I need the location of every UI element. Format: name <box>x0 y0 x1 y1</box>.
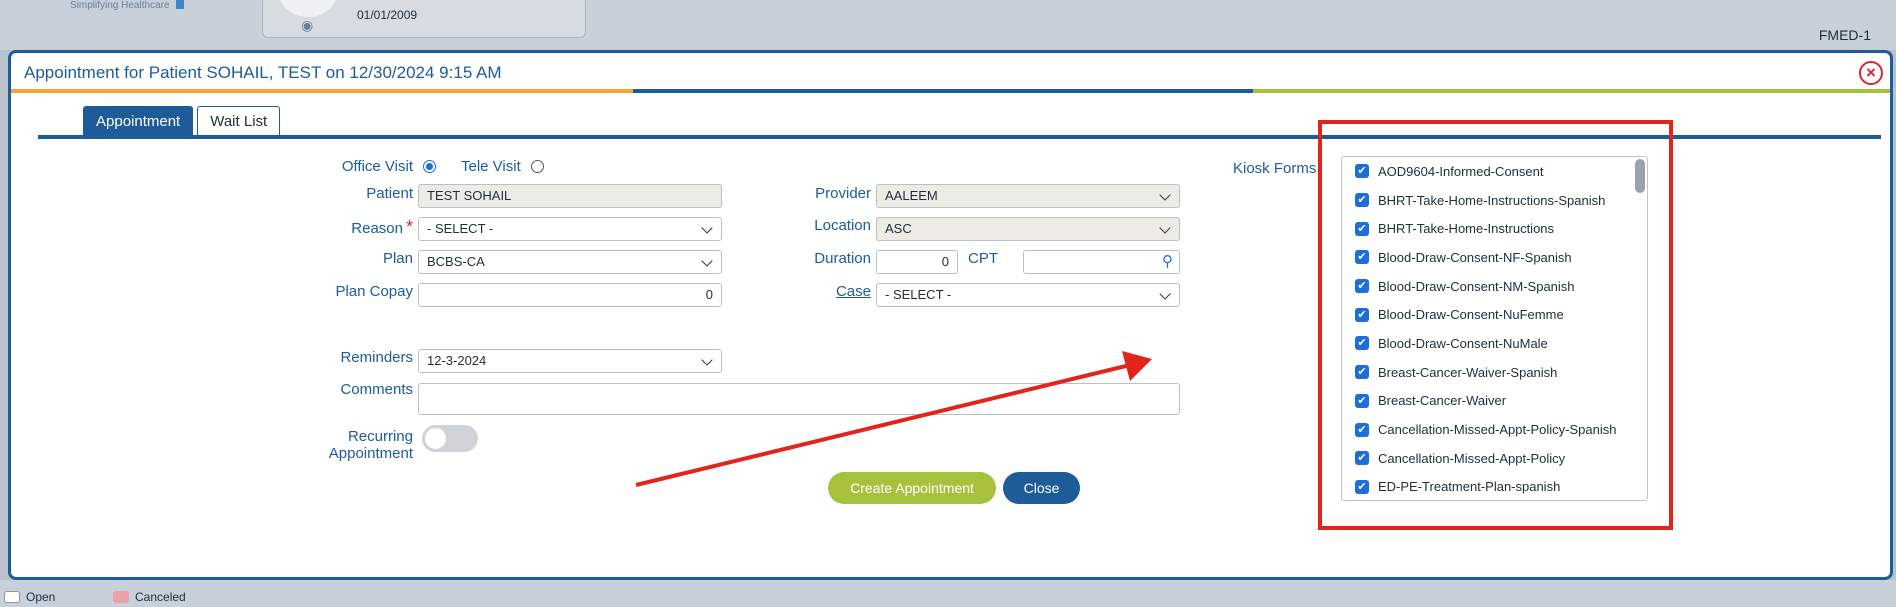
background-footer <box>0 580 1896 607</box>
patient-label: Patient <box>366 185 413 202</box>
plan-label: Plan <box>382 250 413 267</box>
create-appointment-button[interactable]: Create Appointment <box>828 472 996 504</box>
patient-dob: 01/01/2009 <box>357 8 418 22</box>
required-indicator: * <box>405 217 413 237</box>
case-select[interactable]: - SELECT - <box>876 283 1180 307</box>
logo-mark <box>176 0 184 9</box>
tab-bar: Appointment Wait List <box>83 106 281 136</box>
provider-select[interactable]: AALEEM <box>876 184 1180 208</box>
office-visit-label: Office Visit <box>341 158 413 175</box>
plan-select[interactable]: BCBS-CA <box>418 250 722 274</box>
plan-copay-input[interactable]: 0 <box>418 283 722 307</box>
reason-select[interactable]: - SELECT - <box>418 217 722 241</box>
reminders-label: Reminders <box>340 349 413 366</box>
cpt-label: CPT <box>968 250 998 267</box>
kiosk-forms-label: Kiosk Forms <box>1233 160 1317 177</box>
close-button[interactable]: Close <box>1003 472 1080 504</box>
patient-card: ◉ 01/01/2009 <box>262 0 586 38</box>
logo-tagline: Simplifying Healthcare <box>70 0 170 11</box>
search-icon[interactable]: ⚲ <box>1162 252 1173 270</box>
annotation-highlight-box <box>1318 120 1673 530</box>
recurring-toggle[interactable] <box>422 425 478 452</box>
recurring-label: Recurring Appointment <box>281 428 413 462</box>
cpt-input[interactable] <box>1023 250 1180 274</box>
duration-label: Duration <box>814 250 871 267</box>
reminders-select[interactable]: 12-3-2024 <box>418 349 722 373</box>
recurring-label-line2: Appointment <box>328 445 413 462</box>
recurring-label-line1: Recurring <box>347 428 413 445</box>
legend-canceled: Canceled <box>113 590 186 604</box>
dialog-title: Appointment for Patient SOHAIL, TEST on … <box>24 63 502 82</box>
provider-label: Provider <box>815 185 871 202</box>
tab-wait-list[interactable]: Wait List <box>197 106 281 136</box>
plan-copay-label: Plan Copay <box>335 283 413 300</box>
duration-input[interactable]: 0 <box>876 250 958 274</box>
case-link[interactable]: Case <box>751 283 871 300</box>
legend-swatch <box>113 591 129 603</box>
legend-open: Open <box>4 590 55 604</box>
tab-appointment[interactable]: Appointment <box>83 106 194 136</box>
comments-label: Comments <box>340 381 413 398</box>
workstation-label: FMED-1 <box>1818 27 1871 43</box>
patient-field: TEST SOHAIL <box>418 184 722 208</box>
header-stripe-blue <box>633 89 1253 93</box>
tele-visit-label: Tele Visit <box>461 158 521 175</box>
comments-input[interactable] <box>418 383 1180 415</box>
location-label: Location <box>814 217 871 234</box>
header-stripe-orange <box>11 89 633 93</box>
office-visit-radio[interactable] <box>423 160 436 173</box>
avatar <box>277 0 339 17</box>
legend-label: Canceled <box>135 590 186 604</box>
legend-label: Open <box>26 590 56 604</box>
close-dialog-icon[interactable]: × <box>1859 61 1883 85</box>
legend-swatch <box>4 591 20 603</box>
tele-visit-radio[interactable] <box>531 160 544 173</box>
header-stripe-green <box>1253 89 1890 93</box>
location-select[interactable]: ASC <box>876 217 1180 241</box>
reason-label: Reason * <box>351 217 413 237</box>
camera-icon[interactable]: ◉ <box>301 17 313 34</box>
background-header: Simplifying Healthcare ◉ 01/01/2009 FMED… <box>0 0 1896 50</box>
